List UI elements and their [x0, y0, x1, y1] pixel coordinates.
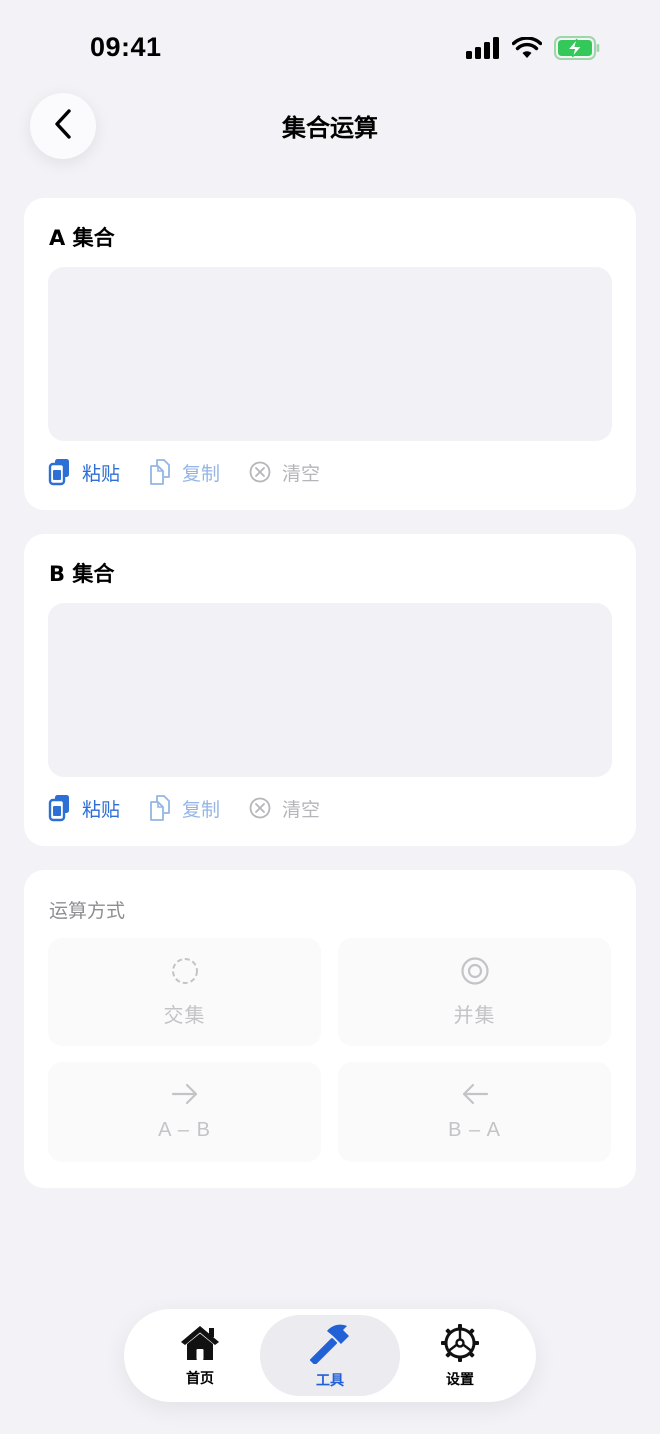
tab-tools-label: 工具 — [316, 1372, 344, 1389]
tab-settings-label: 设置 — [446, 1371, 474, 1388]
copy-label: 复制 — [182, 462, 221, 485]
hammer-icon — [307, 1322, 353, 1368]
battery-charging-icon — [554, 36, 600, 64]
clear-circle-x-icon — [248, 796, 272, 820]
wifi-icon — [511, 36, 543, 63]
tab-tools[interactable]: 工具 — [260, 1315, 400, 1396]
set-a-actions: 粘贴 复制 清空 — [48, 458, 320, 486]
b-minus-a-button[interactable]: B – A — [338, 1062, 611, 1162]
union-label: 并集 — [453, 1005, 496, 1027]
status-time: 09:41 — [90, 32, 162, 62]
concentric-circle-icon — [460, 956, 490, 991]
cellular-signal-icon — [466, 37, 500, 63]
intersection-label: 交集 — [163, 1005, 206, 1027]
gear-icon — [440, 1323, 480, 1367]
page-title: 集合运算 — [282, 114, 378, 142]
status-bar: 09:41 — [0, 0, 660, 96]
copy-icon — [148, 794, 172, 822]
operations-card: 运算方式 交集 并集 A – B B – A — [24, 870, 636, 1188]
union-button[interactable]: 并集 — [338, 938, 611, 1046]
copy-icon — [148, 458, 172, 486]
arrow-left-icon — [460, 1082, 490, 1111]
paste-label: 粘贴 — [82, 798, 121, 821]
dashed-circle-icon — [170, 956, 200, 991]
set-a-copy-button[interactable]: 复制 — [148, 458, 220, 486]
operations-label: 运算方式 — [49, 900, 126, 922]
b-minus-a-label: B – A — [448, 1119, 501, 1141]
tab-bar: 首页 工具 设置 — [124, 1309, 536, 1402]
intersection-button[interactable]: 交集 — [48, 938, 321, 1046]
paste-icon — [48, 458, 72, 486]
status-icons — [466, 36, 600, 64]
clear-label: 清空 — [282, 462, 321, 485]
set-b-title: B 集合 — [49, 562, 115, 586]
set-b-actions: 粘贴 复制 清空 — [48, 794, 320, 822]
tab-home-label: 首页 — [186, 1370, 214, 1387]
a-minus-b-button[interactable]: A – B — [48, 1062, 321, 1162]
a-minus-b-label: A – B — [158, 1119, 211, 1141]
set-a-input[interactable] — [48, 267, 612, 441]
clear-circle-x-icon — [248, 460, 272, 484]
set-a-paste-button[interactable]: 粘贴 — [48, 458, 120, 486]
set-a-title: A 集合 — [49, 226, 115, 250]
set-b-paste-button[interactable]: 粘贴 — [48, 794, 120, 822]
tab-home[interactable]: 首页 — [130, 1315, 270, 1396]
set-b-clear-button[interactable]: 清空 — [248, 795, 320, 822]
set-b-copy-button[interactable]: 复制 — [148, 794, 220, 822]
arrow-right-icon — [170, 1082, 200, 1111]
set-b-card: B 集合 粘贴 复制 清空 — [24, 534, 636, 846]
paste-label: 粘贴 — [82, 462, 121, 485]
house-icon — [179, 1324, 221, 1366]
set-b-input[interactable] — [48, 603, 612, 777]
tab-settings[interactable]: 设置 — [390, 1315, 530, 1396]
set-a-clear-button[interactable]: 清空 — [248, 459, 320, 486]
clear-label: 清空 — [282, 798, 321, 821]
set-a-card: A 集合 粘贴 复制 清空 — [24, 198, 636, 510]
copy-label: 复制 — [182, 798, 221, 821]
paste-icon — [48, 794, 72, 822]
